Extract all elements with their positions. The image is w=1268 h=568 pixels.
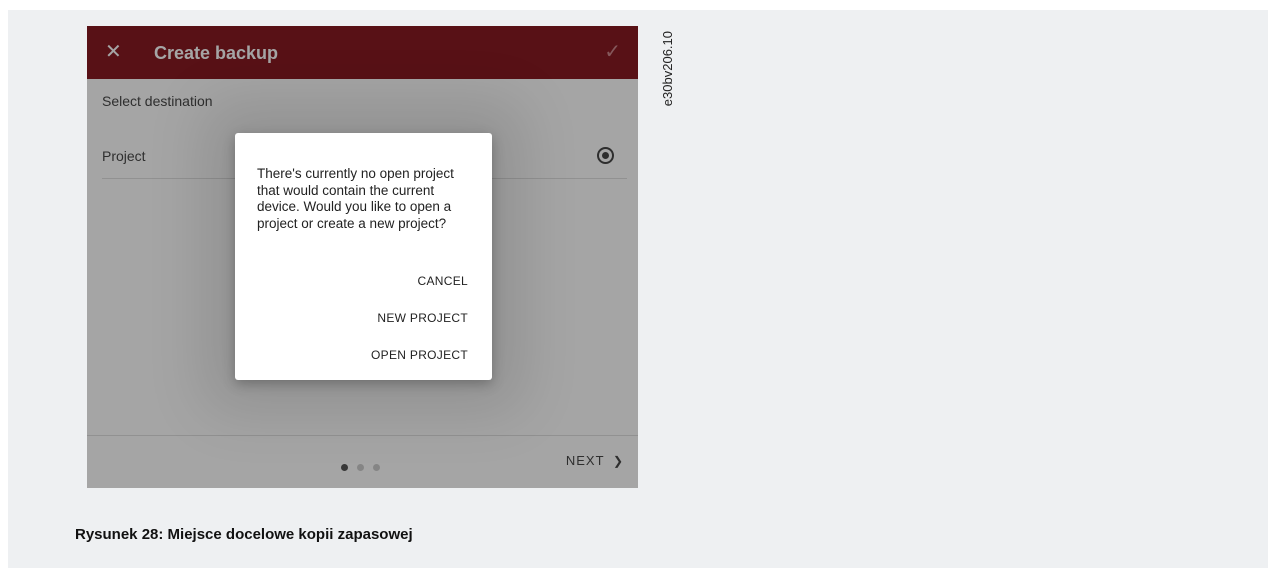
dialog-message: There's currently no open project that w… bbox=[257, 166, 454, 231]
figure-id-label: e30bv206.10 bbox=[660, 31, 675, 107]
app-window: ✕ Create backup ✓ Select destination Pro… bbox=[87, 26, 638, 488]
new-project-button[interactable]: NEW PROJECT bbox=[377, 311, 468, 325]
figure-caption: Rysunek 28: Miejsce docelowe kopii zapas… bbox=[75, 526, 413, 543]
cancel-button[interactable]: CANCEL bbox=[418, 274, 468, 288]
no-project-dialog: There's currently no open project that w… bbox=[235, 133, 492, 380]
open-project-button[interactable]: OPEN PROJECT bbox=[371, 348, 468, 362]
